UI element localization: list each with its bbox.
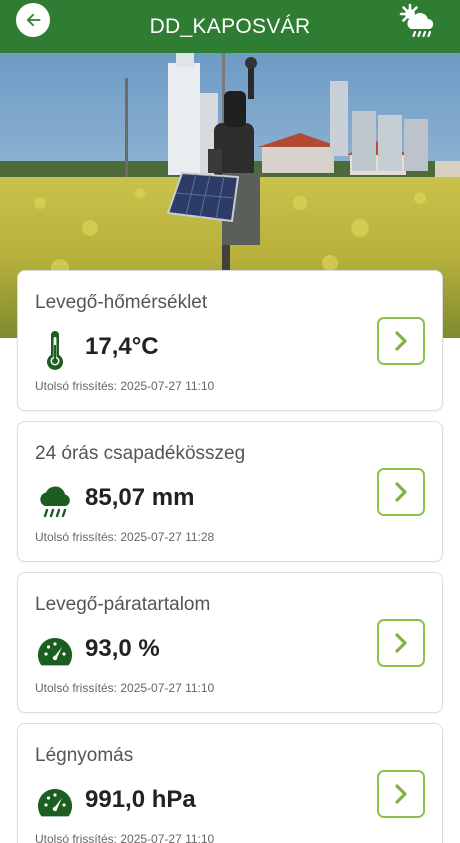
back-button[interactable] xyxy=(16,3,50,37)
app-header: DD_KAPOSVÁR xyxy=(0,0,460,53)
measurement-list: Levegő-hőmérséklet 17,4°C Utolsó frissít… xyxy=(17,270,443,843)
measurement-card-pressure[interactable]: Légnyomás 991,0 hPa Utolsó frissítés: 20… xyxy=(17,723,443,843)
chevron-right-icon xyxy=(395,482,407,502)
card-label: Légnyomás xyxy=(35,745,134,766)
measurement-value: 85,07 mm xyxy=(85,484,195,511)
card-label: 24 órás csapadékösszeg xyxy=(35,443,246,464)
rain-cloud-icon xyxy=(35,482,75,522)
last-updated: Utolsó frissítés: 2025-07-27 11:10 xyxy=(35,832,215,843)
measurement-value: 17,4°C xyxy=(85,333,159,360)
measurement-card-humidity[interactable]: Levegő-páratartalom 93,0 % Utolsó frissí… xyxy=(17,572,443,713)
last-updated: Utolsó frissítés: 2025-07-27 11:10 xyxy=(35,681,215,695)
arrow-left-icon xyxy=(26,13,41,27)
card-label: Levegő-hőmérséklet xyxy=(35,292,208,313)
details-button[interactable] xyxy=(377,770,425,818)
measurement-card-precipitation[interactable]: 24 órás csapadékösszeg 85,07 mm Utolsó f… xyxy=(17,421,443,562)
weather-forecast-button[interactable] xyxy=(396,2,438,42)
measurement-card-temperature[interactable]: Levegő-hőmérséklet 17,4°C Utolsó frissít… xyxy=(17,270,443,411)
thermometer-icon xyxy=(35,331,75,371)
chevron-right-icon xyxy=(395,331,407,351)
card-label: Levegő-páratartalom xyxy=(35,594,211,615)
details-button[interactable] xyxy=(377,468,425,516)
gauge-icon xyxy=(35,633,75,673)
last-updated: Utolsó frissítés: 2025-07-27 11:10 xyxy=(35,379,215,393)
gauge-icon xyxy=(35,784,75,824)
sun-cloud-rain-icon xyxy=(399,3,434,38)
details-button[interactable] xyxy=(377,317,425,365)
chevron-right-icon xyxy=(395,784,407,804)
chevron-right-icon xyxy=(395,633,407,653)
details-button[interactable] xyxy=(377,619,425,667)
last-updated: Utolsó frissítés: 2025-07-27 11:28 xyxy=(35,530,215,544)
measurement-value: 93,0 % xyxy=(85,635,160,662)
measurement-value: 991,0 hPa xyxy=(85,786,196,813)
page-title: DD_KAPOSVÁR xyxy=(149,14,311,38)
